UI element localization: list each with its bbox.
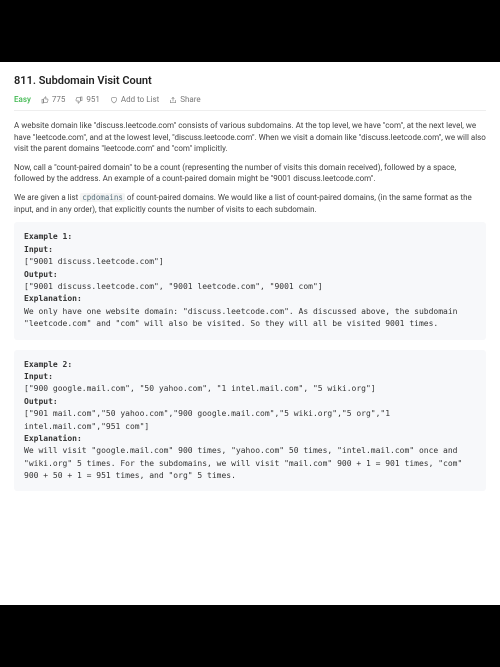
share-label: Share (180, 95, 200, 104)
description-paragraph-3: We are given a list cpdomains of count-p… (14, 192, 486, 215)
thumbs-up-icon (41, 96, 49, 104)
description-paragraph-1: A website domain like "discuss.leetcode.… (14, 120, 486, 155)
share-icon (169, 96, 177, 104)
problem-title: 811. Subdomain Visit Count (14, 74, 486, 87)
example-2-input: ["900 google.mail.com", "50 yahoo.com", … (24, 384, 376, 393)
example-2-output: ["901 mail.com","50 yahoo.com","900 goog… (24, 409, 395, 430)
p3-pre: We are given a list (14, 193, 80, 202)
example-1-explanation: We only have one website domain: "discus… (24, 307, 462, 328)
example-2-explanation: We will visit "google.mail.com" 900 time… (24, 446, 467, 480)
add-to-list-label: Add to List (121, 95, 159, 104)
code-cpdomains: cpdomains (80, 193, 125, 202)
example-2: Example 2: Input: ["900 google.mail.com"… (14, 350, 486, 492)
like-count: 775 (52, 95, 66, 104)
example-1-input-label: Input: (24, 245, 53, 254)
problem-page: 811. Subdomain Visit Count Easy 775 951 … (0, 62, 500, 605)
difficulty-badge: Easy (14, 95, 31, 104)
letterbox-bottom (0, 605, 500, 667)
example-2-explanation-label: Explanation: (24, 434, 82, 443)
example-1-output: ["9001 discuss.leetcode.com", "9001 leet… (24, 282, 323, 291)
example-2-input-label: Input: (24, 372, 53, 381)
example-1-explanation-label: Explanation: (24, 294, 82, 303)
heart-icon (110, 96, 118, 104)
letterbox-top (0, 0, 500, 62)
meta-row: Easy 775 951 Add to List Share (14, 95, 486, 104)
example-1-heading: Example 1: (24, 232, 72, 241)
dislike-count: 951 (86, 95, 100, 104)
example-2-output-label: Output: (24, 397, 58, 406)
description-paragraph-2: Now, call a "count-paired domain" to be … (14, 162, 486, 185)
example-1-output-label: Output: (24, 270, 58, 279)
dislike-button[interactable]: 951 (75, 95, 100, 104)
example-1-input: ["9001 discuss.leetcode.com"] (24, 257, 164, 266)
thumbs-down-icon (75, 96, 83, 104)
share-button[interactable]: Share (169, 95, 200, 104)
divider (14, 110, 486, 111)
like-button[interactable]: 775 (41, 95, 66, 104)
add-to-list-button[interactable]: Add to List (110, 95, 159, 104)
example-1: Example 1: Input: ["9001 discuss.leetcod… (14, 222, 486, 339)
example-2-heading: Example 2: (24, 360, 72, 369)
